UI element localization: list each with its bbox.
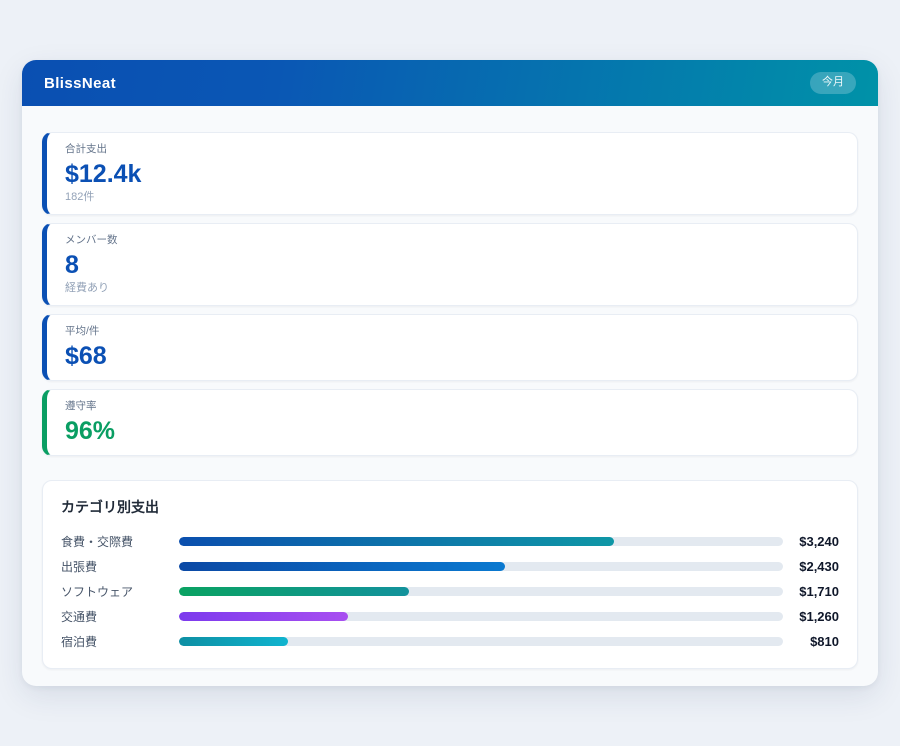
stat-value: $12.4k: [65, 160, 839, 188]
category-label: ソフトウェア: [61, 583, 179, 600]
category-label: 食費・交際費: [61, 533, 179, 550]
category-bar-track: [179, 562, 783, 571]
category-label: 出張費: [61, 558, 179, 575]
category-label: 交通費: [61, 608, 179, 625]
stat-card-total-spend: 合計支出 $12.4k 182件: [42, 132, 858, 215]
stat-label: メンバー数: [65, 234, 839, 247]
category-bar-track: [179, 537, 783, 546]
category-bar-fill: [179, 637, 288, 646]
category-value: $3,240: [783, 534, 839, 549]
dashboard-container: BlissNeat 今月 合計支出 $12.4k 182件 メンバー数 8 経費…: [22, 60, 878, 686]
stat-value: 8: [65, 251, 839, 279]
category-bar-fill: [179, 612, 348, 621]
category-bar-track: [179, 587, 783, 596]
stat-label: 平均/件: [65, 325, 839, 338]
stat-value: 96%: [65, 417, 839, 445]
category-row: ソフトウェア $1,710: [61, 579, 839, 604]
category-row: 宿泊費 $810: [61, 629, 839, 654]
category-bar-fill: [179, 587, 409, 596]
stat-sub: 経費あり: [65, 282, 839, 295]
period-badge[interactable]: 今月: [810, 72, 856, 93]
app-header: BlissNeat 今月: [22, 60, 878, 106]
stat-card-average-per-item: 平均/件 $68: [42, 314, 858, 381]
category-value: $1,260: [783, 609, 839, 624]
stat-card-member-count: メンバー数 8 経費あり: [42, 223, 858, 306]
stat-label: 遵守率: [65, 400, 839, 413]
category-label: 宿泊費: [61, 633, 179, 650]
category-row: 食費・交際費 $3,240: [61, 529, 839, 554]
category-bar-track: [179, 637, 783, 646]
app-title: BlissNeat: [44, 75, 116, 92]
category-value: $1,710: [783, 584, 839, 599]
category-row: 出張費 $2,430: [61, 554, 839, 579]
category-bar-track: [179, 612, 783, 621]
category-value: $2,430: [783, 559, 839, 574]
main-content: 合計支出 $12.4k 182件 メンバー数 8 経費あり 平均/件 $68 遵…: [22, 106, 878, 669]
category-row: 交通費 $1,260: [61, 604, 839, 629]
category-value: $810: [783, 634, 839, 649]
stat-label: 合計支出: [65, 143, 839, 156]
category-bar-fill: [179, 537, 614, 546]
stat-card-compliance-rate: 遵守率 96%: [42, 389, 858, 456]
stat-sub: 182件: [65, 191, 839, 204]
stat-value: $68: [65, 342, 839, 370]
category-bar-fill: [179, 562, 505, 571]
category-card-title: カテゴリ別支出: [61, 497, 839, 517]
category-breakdown-card: カテゴリ別支出 食費・交際費 $3,240 出張費 $2,430 ソフトウェア …: [42, 480, 858, 669]
